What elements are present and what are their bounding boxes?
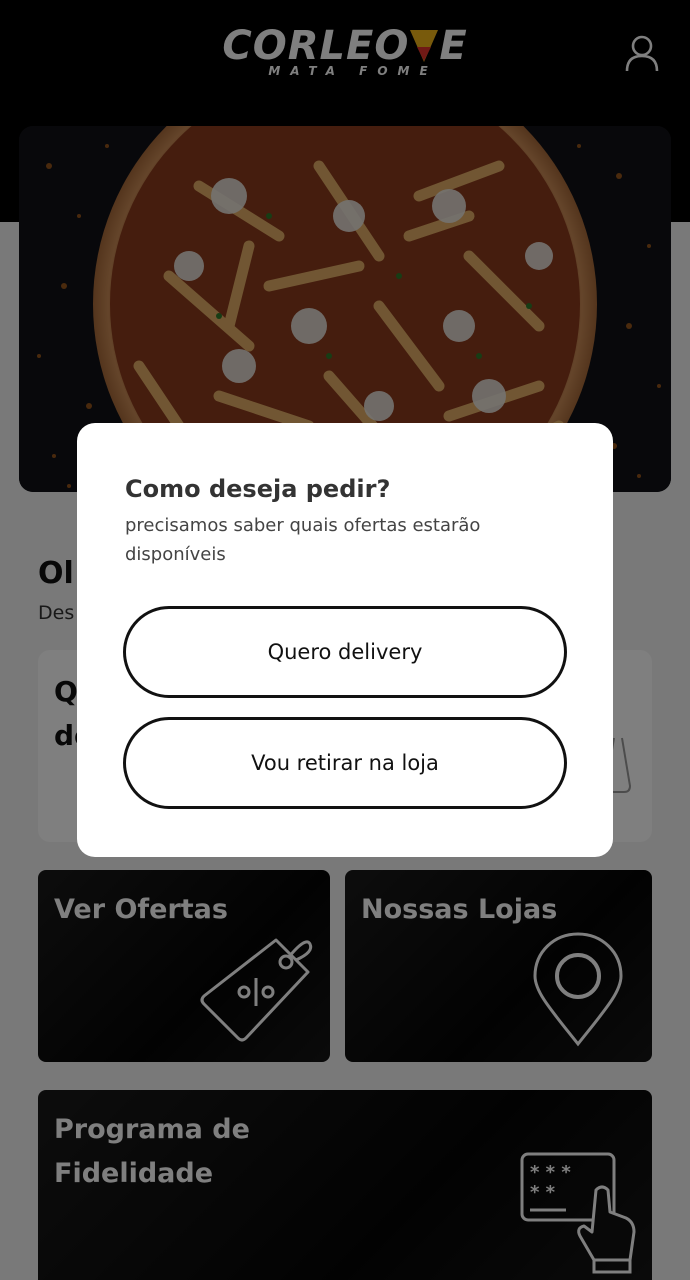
order-type-dialog: Como deseja pedir? precisamos saber quai… [77,423,613,857]
delivery-button[interactable]: Quero delivery [123,606,567,698]
dialog-title: Como deseja pedir? [125,475,391,503]
dialog-subtitle: precisamos saber quais ofertas estarão d… [125,515,481,565]
pickup-button[interactable]: Vou retirar na loja [123,717,567,809]
